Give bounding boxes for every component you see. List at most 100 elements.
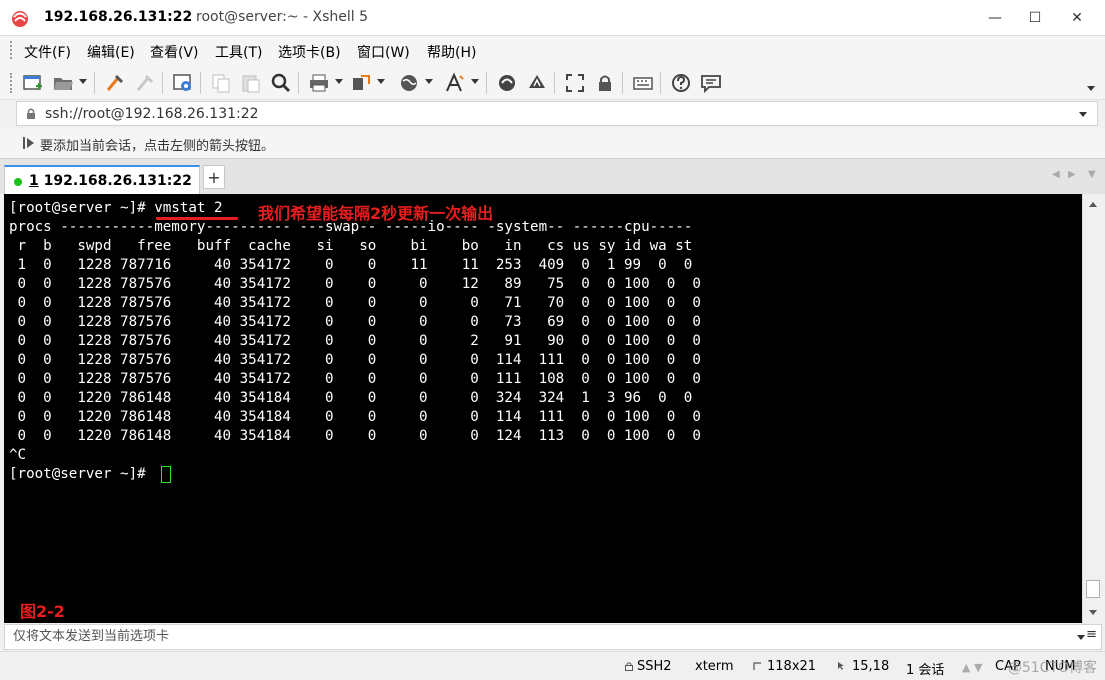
compose-bar: ≡ [4,624,1102,650]
address-input[interactable] [45,106,945,122]
size-icon [753,662,761,670]
tab-list-icon[interactable]: ▼ [1088,169,1096,180]
session-hint-bar: 要添加当前会话，点击左侧的箭头按钮。 [0,128,1105,158]
disconnect-icon[interactable] [134,72,156,94]
reconnect-icon[interactable] [104,72,126,94]
fullscreen-icon[interactable] [564,72,586,94]
terminal-output-line: 0 0 1228 787576 40 354172 0 0 0 0 111 10… [9,371,701,387]
scroll-up-icon[interactable] [1089,202,1097,207]
connected-status-icon [14,178,22,186]
compose-dropdown-icon[interactable] [1077,635,1085,640]
terminal-cursor [161,466,171,483]
maximize-button[interactable]: ☐ [1018,0,1052,36]
terminal-output-line: 0 0 1228 787576 40 354172 0 0 0 0 71 70 … [9,295,701,311]
window-title-subtitle: root@server:~ - Xshell 5 [196,9,369,25]
toolbar-grip[interactable] [10,73,13,93]
terminal-prompt: [root@server ~]# [9,466,155,482]
transfer-icon[interactable] [350,72,372,94]
lock-icon [27,108,35,119]
font-icon[interactable] [444,72,466,94]
tab-number: 1 [29,173,39,189]
status-protocol: SSH2 [637,659,672,674]
menu-file[interactable]: 文件(F) [24,42,71,62]
status-cursor-position: 15,18 [852,659,890,674]
xftp-icon[interactable] [496,72,518,94]
toolbar-separator [554,72,555,94]
figure-label: 图2-2 [20,602,65,621]
terminal-output-line: 0 0 1220 786148 40 354184 0 0 0 0 124 11… [9,428,701,444]
copy-icon[interactable] [210,72,232,94]
tab-host: 192.168.26.131:22 [38,173,192,189]
transfer-dropdown-icon[interactable] [377,79,385,84]
toolbar-separator [94,72,95,94]
plus-icon: + [207,167,221,187]
terminal-output-line: ^C [9,447,27,463]
lock-icon [625,662,633,671]
status-session-count: 1 会话 [906,663,945,678]
chat-icon[interactable] [700,72,722,94]
menu-tabs[interactable]: 选项卡(B) [278,42,341,62]
terminal-output-line: 0 0 1228 787576 40 354172 0 0 0 12 89 75… [9,276,701,292]
open-folder-icon[interactable] [52,72,74,94]
minimize-button[interactable]: — [978,0,1012,36]
scrollbar-thumb[interactable] [1086,580,1100,598]
xshell-app-icon[interactable] [10,8,30,28]
paste-icon[interactable] [240,72,262,94]
terminal-prompt: [root@server ~]# [9,200,155,216]
terminal-output-line: procs -----------memory---------- ---swa… [9,219,693,235]
watermark: @51CTO博客 [1007,660,1097,676]
terminal-output-line: 0 0 1228 787576 40 354172 0 0 0 2 91 90 … [9,333,701,349]
status-bar: SSH2 xterm 118x21 15,18 1 会话 ▲ ▼ CAP NUM… [0,651,1105,680]
new-tab-button[interactable]: + [203,165,225,189]
minimize-icon: — [988,10,1002,26]
tab-session-1[interactable]: 1 192.168.26.131:22 [4,165,200,195]
tab-strip: 1 192.168.26.131:22 + ◀ ▶ ▼ [0,158,1105,195]
terminal-output-line: 1 0 1228 787716 40 354172 0 0 11 11 253 … [9,257,693,273]
status-terminal-type: xterm [695,659,734,674]
add-session-arrow-icon[interactable] [22,136,36,150]
tab-label: 1 192.168.26.131:22 [29,173,192,189]
lock-icon[interactable] [594,72,616,94]
print-icon[interactable] [308,72,330,94]
menu-help[interactable]: 帮助(H) [427,42,476,62]
maximize-icon: ☐ [1028,10,1042,26]
title-bar: 192.168.26.131:22 root@server:~ - Xshell… [0,0,1105,36]
keyboard-icon[interactable] [632,72,654,94]
terminal-scrollbar[interactable] [1082,194,1103,623]
open-dropdown-icon[interactable] [79,79,87,84]
menu-view[interactable]: 查看(V) [150,42,199,62]
close-icon: ✕ [1071,10,1083,26]
session-hint-text: 要添加当前会话，点击左侧的箭头按钮。 [40,139,275,154]
globe-dropdown-icon[interactable] [425,79,433,84]
terminal-command-line: [root@server ~]# vmstat 2 [9,199,223,218]
tab-prev-icon[interactable]: ◀ [1052,169,1060,180]
help-icon[interactable] [670,72,692,94]
terminal-output-line: 0 0 1228 787576 40 354172 0 0 0 0 73 69 … [9,314,701,330]
toolbar [0,64,1105,100]
menu-tools[interactable]: 工具(T) [215,42,262,62]
tab-next-icon[interactable]: ▶ [1068,169,1076,180]
compose-input[interactable] [13,629,1053,644]
toolbar-separator [162,72,163,94]
globe-icon[interactable] [398,72,420,94]
menu-window[interactable]: 窗口(W) [357,42,410,62]
find-icon[interactable] [270,72,292,94]
xmanager-icon[interactable] [526,72,548,94]
terminal-output-line: r b swpd free buff cache si so bi bo in … [9,238,693,254]
close-button[interactable]: ✕ [1060,0,1094,36]
font-dropdown-icon[interactable] [471,79,479,84]
terminal-screen[interactable]: [root@server ~]# vmstat 2 我们希望能每隔2秒更新一次输… [4,194,1082,623]
toolbar-overflow-icon[interactable] [1087,86,1095,91]
toolbar-separator [660,72,661,94]
menubar-grip[interactable] [10,41,13,59]
menu-bar: 文件(F) 编辑(E) 查看(V) 工具(T) 选项卡(B) 窗口(W) 帮助(… [0,36,1105,64]
scroll-down-icon[interactable] [1089,610,1097,615]
properties-icon[interactable] [172,72,194,94]
new-session-icon[interactable] [22,72,44,94]
address-dropdown-icon[interactable] [1079,112,1087,117]
terminal-output-line: 0 0 1228 787576 40 354172 0 0 0 0 114 11… [9,352,701,368]
toolbar-separator [298,72,299,94]
menu-edit[interactable]: 编辑(E) [87,42,135,62]
print-dropdown-icon[interactable] [335,79,343,84]
compose-menu-icon[interactable]: ≡ [1086,627,1097,642]
